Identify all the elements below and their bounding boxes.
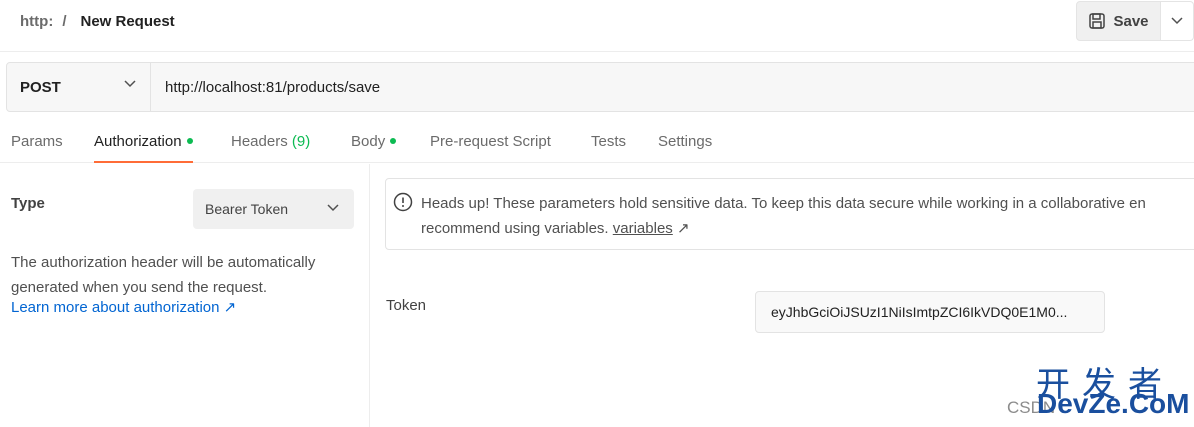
auth-description: The authorization header will be automat… <box>11 254 316 296</box>
tab-body[interactable]: Body <box>351 133 397 163</box>
tab-pre-request-script[interactable]: Pre-request Script <box>430 133 551 163</box>
modified-indicator <box>390 138 397 145</box>
method-value: POST <box>20 78 61 96</box>
auth-type-value: Bearer Token <box>205 201 289 217</box>
breadcrumb: http: / New Request <box>20 13 175 30</box>
alert-line-2-text: recommend using variables. <box>421 220 609 237</box>
save-group: Save <box>1076 1 1194 41</box>
learn-more-link[interactable]: Learn more about authorization ↗ <box>11 298 236 316</box>
alert-line-2: recommend using variables. variables ↗ <box>421 216 1146 241</box>
token-input[interactable]: eyJhbGciOiJSUzI1NiIsImtpZCI6IkVDQ0E1M0..… <box>755 291 1105 333</box>
save-options-button[interactable] <box>1161 1 1194 41</box>
info-circle-icon <box>393 192 413 212</box>
token-value: eyJhbGciOiJSUzI1NiIsImtpZCI6IkVDQ0E1M0..… <box>771 304 1068 320</box>
tab-pre-request-script-label: Pre-request Script <box>430 133 551 150</box>
request-tabs: Params Authorization Headers (9) Body Pr… <box>0 120 1194 163</box>
tab-params[interactable]: Params <box>11 133 63 163</box>
tab-settings[interactable]: Settings <box>658 133 712 163</box>
floppy-disk-icon <box>1089 13 1106 29</box>
alert-message: Heads up! These parameters hold sensitiv… <box>421 191 1146 241</box>
chevron-down-icon <box>327 204 339 212</box>
save-label: Save <box>1113 12 1149 30</box>
auth-type-select[interactable]: Bearer Token <box>193 189 354 229</box>
modified-indicator <box>186 138 193 145</box>
headers-count: (9) <box>291 133 311 150</box>
tab-authorization[interactable]: Authorization <box>94 133 193 163</box>
url-bar: POST http://localhost:81/products/save <box>6 62 1194 112</box>
breadcrumb-separator: / <box>62 13 67 30</box>
url-input[interactable]: http://localhost:81/products/save <box>151 63 380 111</box>
auth-type-label: Type <box>11 195 45 212</box>
request-editor: http: / New Request Save POST http://loc… <box>0 0 1194 427</box>
tab-headers-label: Headers <box>231 133 288 150</box>
external-link-icon: ↗ <box>676 220 690 237</box>
chevron-down-icon <box>1171 17 1183 25</box>
tab-params-label: Params <box>11 133 63 150</box>
request-header: http: / New Request Save <box>0 0 1194 52</box>
watermark-en: DevZe.CoM <box>1037 388 1190 419</box>
tab-settings-label: Settings <box>658 133 713 150</box>
sensitive-data-alert: Heads up! These parameters hold sensitiv… <box>385 178 1194 250</box>
tab-tests[interactable]: Tests <box>591 133 626 163</box>
request-title[interactable]: New Request <box>80 13 174 30</box>
breadcrumb-collection[interactable]: http: <box>20 13 53 30</box>
auth-type-panel: Type Bearer Token The authorization head… <box>0 164 370 427</box>
token-label: Token <box>386 297 427 314</box>
chevron-down-icon <box>124 80 136 88</box>
tab-body-label: Body <box>351 133 386 150</box>
variables-link[interactable]: variables <box>613 220 673 237</box>
alert-line-1: Heads up! These parameters hold sensitiv… <box>421 195 1146 212</box>
method-select[interactable]: POST <box>7 63 151 111</box>
tab-headers[interactable]: Headers (9) <box>231 133 310 163</box>
tab-authorization-label: Authorization <box>94 133 182 150</box>
save-button[interactable]: Save <box>1076 1 1161 41</box>
tab-tests-label: Tests <box>591 133 627 150</box>
